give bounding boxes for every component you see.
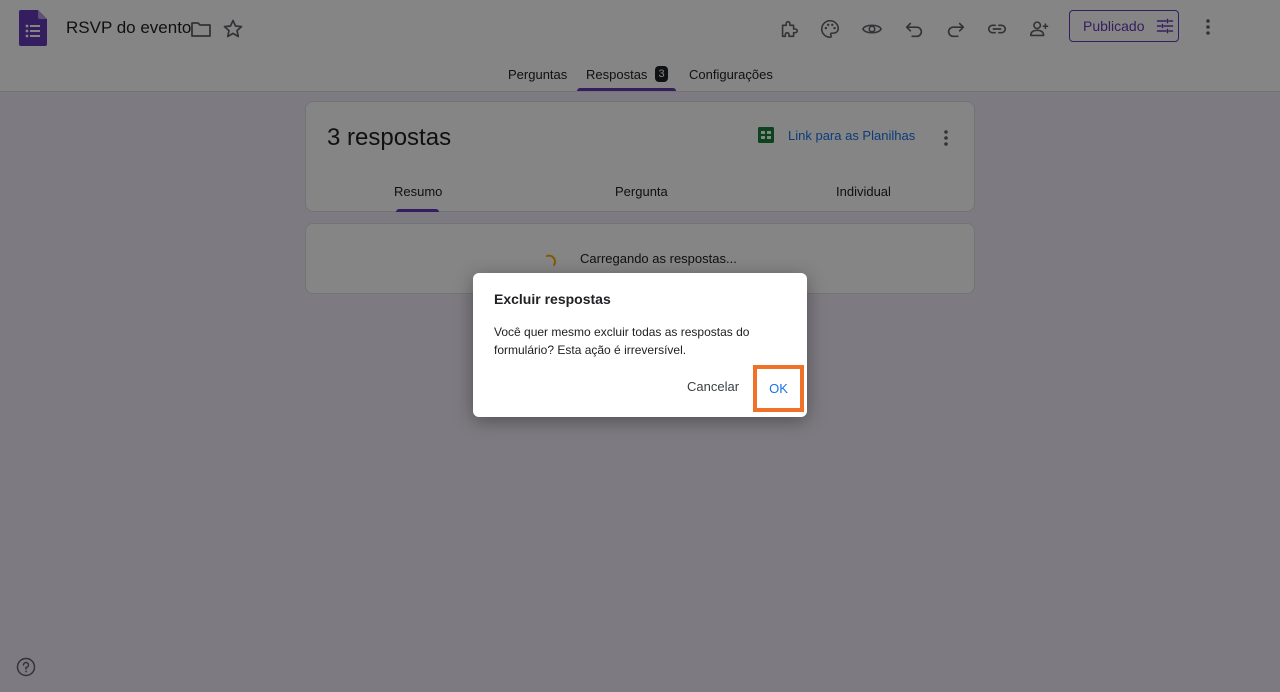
dialog-message: Você quer mesmo excluir todas as respost…: [494, 325, 750, 357]
cancel-button[interactable]: Cancelar: [687, 379, 739, 394]
dialog-title: Excluir respostas: [494, 291, 611, 307]
ok-button-highlight: OK: [753, 365, 804, 412]
ok-button[interactable]: OK: [757, 369, 800, 408]
